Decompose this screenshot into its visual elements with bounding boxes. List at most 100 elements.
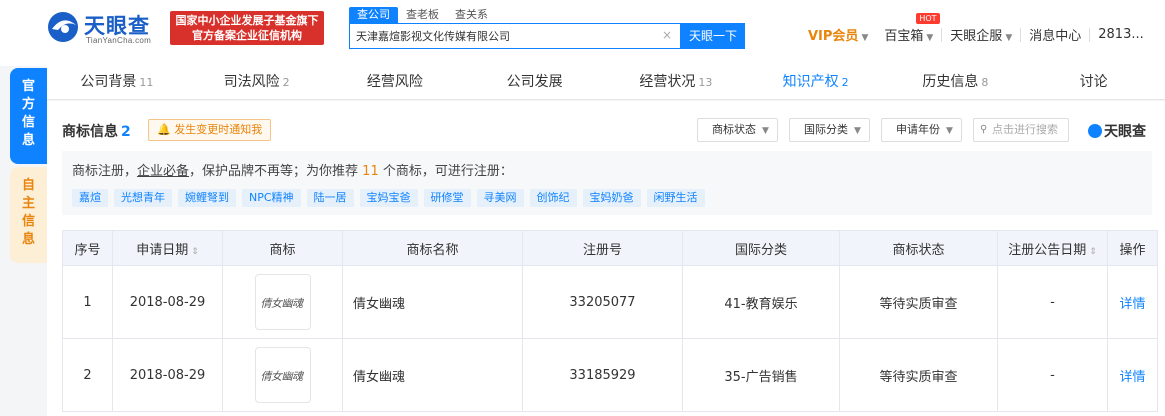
chip[interactable]: 寻美网	[476, 189, 524, 207]
col-header-status: 商标状态	[839, 230, 998, 266]
brand-text: 天眼查	[1104, 124, 1146, 140]
table-row: 1 2018-08-29 倩女幽魂 倩女幽魂 33205077 41-教育娱乐 …	[62, 265, 1158, 339]
tab-intellectual-property[interactable]: 知识产权 2	[746, 66, 886, 99]
filter-intl-class[interactable]: 国际分类 ▼	[789, 118, 870, 142]
cell-name: 倩女幽魂	[342, 265, 523, 339]
chip[interactable]: 宝妈奶爸	[582, 189, 641, 207]
rec-underlined: 企业必备	[137, 164, 190, 179]
clear-icon[interactable]: ×	[662, 28, 672, 42]
cell-reg-no: 33205077	[522, 265, 683, 339]
col-header-reg-no: 注册号	[522, 230, 683, 266]
search-button[interactable]: 天眼一下	[681, 23, 745, 49]
tab-business-risk[interactable]: 经营风险	[327, 66, 467, 99]
cell-intl-class: 35-广告销售	[682, 338, 840, 412]
chip[interactable]: 婉鲤弩到	[178, 189, 236, 207]
tab-count: 11	[139, 76, 154, 89]
header-label: 申请日期	[136, 242, 189, 258]
chip[interactable]: 宝妈宝爸	[359, 189, 418, 207]
col-header-mark: 商标	[222, 230, 343, 266]
cell-index: 1	[62, 265, 113, 339]
section-title-text: 商标信息	[62, 124, 118, 140]
cell-name: 倩女幽魂	[342, 338, 523, 412]
tab-judicial-risk[interactable]: 司法风险 2	[187, 66, 327, 99]
cell-apply-date: 2018-08-29	[112, 338, 223, 412]
trademark-image[interactable]: 倩女幽魂	[254, 347, 311, 403]
col-header-intl-class: 国际分类	[682, 230, 840, 266]
cell-mark: 倩女幽魂	[222, 338, 343, 412]
tab-discussion[interactable]: 讨论	[1025, 66, 1165, 99]
search-tab-company[interactable]: 查公司	[349, 7, 398, 23]
top-nav: VIP会员 ▼ 百宝箱 ▼ HOT 天眼企服 ▼ 消息中心 2813...	[800, 13, 1152, 44]
col-header-index: 序号	[62, 230, 113, 266]
chevron-down-icon: ▼	[1005, 33, 1013, 43]
top-header: 天眼查 TianYanCha.com 国家中小企业发展子基金旗下 官方备案企业征…	[0, 0, 1165, 66]
side-tab-official-label: 官方信息	[21, 79, 35, 148]
cell-action: 详情	[1107, 265, 1158, 339]
side-tab-self-label: 自主信息	[21, 178, 35, 247]
rec-suffix: 个商标，可进行注册：	[378, 164, 513, 179]
side-tab-official[interactable]: 官方信息	[10, 68, 47, 164]
tab-business-status[interactable]: 经营状况 13	[606, 66, 746, 99]
search-input[interactable]	[356, 24, 656, 48]
trademark-image[interactable]: 倩女幽魂	[254, 274, 311, 330]
side-tab-self[interactable]: 自主信息	[10, 167, 47, 263]
chip[interactable]: 创饰纪	[529, 189, 577, 207]
col-header-pub-date[interactable]: 注册公告日期 ⇕	[997, 230, 1108, 266]
tab-label: 公司发展	[506, 74, 563, 90]
enterprise-label: 天眼企服	[950, 29, 1003, 44]
filter-label: 商标状态	[712, 123, 756, 136]
chip[interactable]: 研修堂	[423, 189, 471, 207]
vip-menu[interactable]: VIP会员 ▼	[800, 25, 876, 44]
bell-icon: 🔔	[157, 123, 171, 136]
tab-label: 知识产权	[782, 74, 839, 90]
search-placeholder: 点击进行搜索	[992, 123, 1058, 136]
tab-label: 公司背景	[80, 74, 137, 90]
treasure-menu[interactable]: 百宝箱 ▼ HOT	[876, 13, 941, 44]
site-logo[interactable]: 天眼查 TianYanCha.com	[46, 8, 158, 48]
search-box: ×	[349, 23, 681, 49]
section-count: 2	[121, 124, 131, 140]
chip[interactable]: 陆一居	[306, 189, 354, 207]
logo-subtext: TianYanCha.com	[86, 36, 152, 45]
treasure-label: 百宝箱	[884, 29, 924, 44]
messages-link[interactable]: 消息中心	[1021, 25, 1089, 44]
user-menu[interactable]: 2813...	[1090, 27, 1151, 42]
trademark-image-text: 倩女幽魂	[260, 370, 304, 383]
tab-history[interactable]: 历史信息 8	[886, 66, 1026, 99]
col-header-apply-date[interactable]: 申请日期 ⇕	[112, 230, 223, 266]
table-search-input[interactable]: ⚲ 点击进行搜索	[973, 118, 1069, 142]
sort-icon: ⇕	[1089, 246, 1097, 257]
trademark-table: 序号 申请日期 ⇕ 商标 商标名称 注册号 国际分类 商标状态 注册公告日期 ⇕ 操…	[62, 230, 1158, 412]
chip[interactable]: 嘉煊	[72, 189, 108, 207]
detail-link[interactable]: 详情	[1119, 370, 1145, 385]
search-type-tabs: 查公司 查老板 查关系	[349, 7, 496, 23]
table-row: 2 2018-08-29 倩女幽魂 倩女幽魂 33185929 35-广告销售 …	[62, 338, 1158, 412]
tab-company-background[interactable]: 公司背景 11	[47, 66, 187, 99]
cell-pub-date: -	[997, 265, 1108, 339]
tab-label: 经营状况	[639, 74, 696, 90]
trademark-panel: 商标信息 2 🔔 发生变更时通知我 商标状态 ▼ 国际分类 ▼ 申请年份 ▼ ⚲ 点击进行…	[47, 101, 1165, 416]
detail-link[interactable]: 详情	[1119, 297, 1145, 312]
tab-label: 讨论	[1079, 74, 1108, 90]
sort-icon: ⇕	[191, 246, 199, 257]
chip[interactable]: 光想青年	[114, 189, 172, 207]
gov-badge[interactable]: 国家中小企业发展子基金旗下 官方备案企业征信机构	[170, 11, 324, 45]
vip-label: VIP会员	[808, 29, 859, 44]
logo-eye-icon	[48, 12, 78, 42]
filter-trademark-status[interactable]: 商标状态 ▼	[697, 118, 778, 142]
chevron-down-icon: ▼	[854, 126, 861, 136]
filter-apply-year[interactable]: 申请年份 ▼	[881, 118, 962, 142]
enterprise-menu[interactable]: 天眼企服 ▼	[942, 25, 1020, 44]
notify-button[interactable]: 🔔 发生变更时通知我	[148, 119, 272, 141]
search-tab-relation[interactable]: 查关系	[447, 7, 496, 23]
logo-eye-icon	[1088, 124, 1102, 138]
rec-prefix: 商标注册，	[72, 164, 138, 179]
chevron-down-icon: ▼	[946, 126, 953, 136]
search-tab-boss[interactable]: 查老板	[398, 7, 447, 23]
brand-watermark: 天眼查	[1088, 121, 1146, 141]
tab-company-development[interactable]: 公司发展	[466, 66, 606, 99]
recommend-text: 商标注册，企业必备，保护品牌不再等；为你推荐 11 个商标，可进行注册：	[72, 160, 513, 179]
chip[interactable]: 闲野生活	[646, 189, 705, 207]
chip[interactable]: NPC精神	[242, 189, 301, 207]
hot-badge: HOT	[916, 13, 940, 24]
